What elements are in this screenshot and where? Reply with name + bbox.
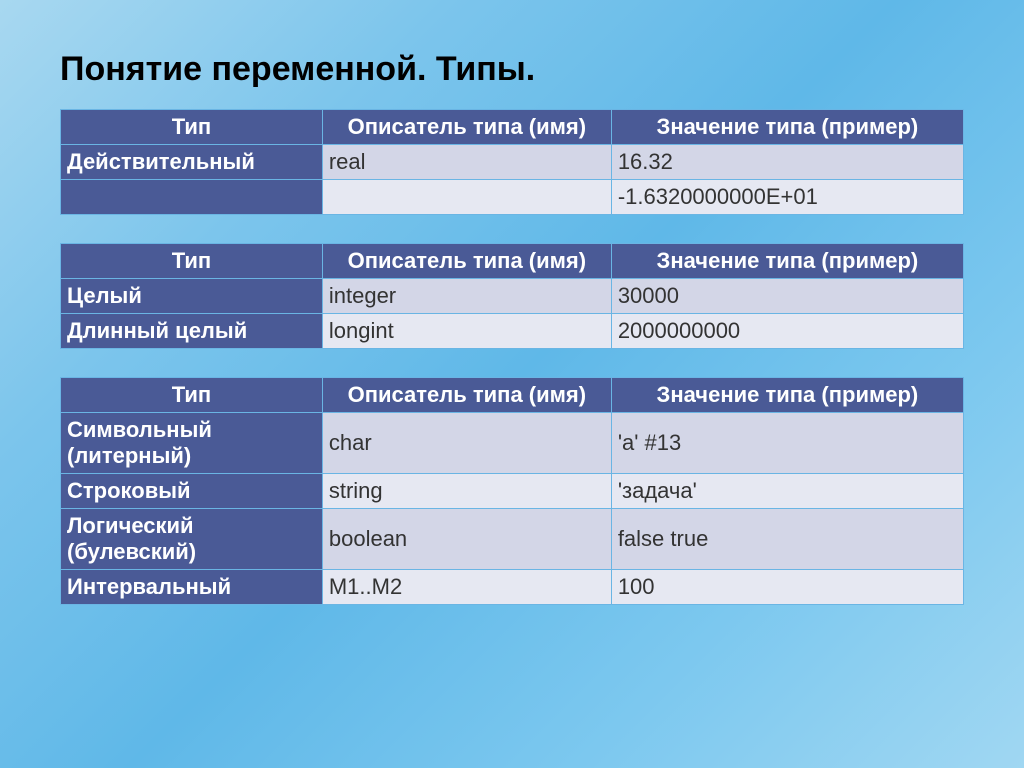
header-descriptor: Описатель типа (имя) <box>322 110 611 145</box>
header-type: Тип <box>61 110 323 145</box>
cell-descriptor: longint <box>322 314 611 349</box>
table-row: -1.6320000000Е+01 <box>61 180 964 215</box>
cell-descriptor: real <box>322 145 611 180</box>
cell-example: 'задача' <box>611 474 963 509</box>
table-row: Строковый string 'задача' <box>61 474 964 509</box>
table-row: Длинный целый longint 2000000000 <box>61 314 964 349</box>
table-header-row: Тип Описатель типа (имя) Значение типа (… <box>61 378 964 413</box>
table-row: Символьный (литерный) char 'a' #13 <box>61 413 964 474</box>
table-header-row: Тип Описатель типа (имя) Значение типа (… <box>61 244 964 279</box>
header-type: Тип <box>61 244 323 279</box>
header-descriptor: Описатель типа (имя) <box>322 378 611 413</box>
table-row: Целый integer 30000 <box>61 279 964 314</box>
cell-type: Строковый <box>61 474 323 509</box>
slide-title: Понятие переменной. Типы. <box>60 50 964 89</box>
types-table-2: Тип Описатель типа (имя) Значение типа (… <box>60 243 964 349</box>
cell-descriptor <box>322 180 611 215</box>
cell-type: Символьный (литерный) <box>61 413 323 474</box>
cell-type: Целый <box>61 279 323 314</box>
cell-descriptor: char <box>322 413 611 474</box>
cell-example: false true <box>611 509 963 570</box>
table-header-row: Тип Описатель типа (имя) Значение типа (… <box>61 110 964 145</box>
cell-descriptor: integer <box>322 279 611 314</box>
header-type: Тип <box>61 378 323 413</box>
cell-type: Интервальный <box>61 570 323 605</box>
cell-descriptor: boolean <box>322 509 611 570</box>
slide: Понятие переменной. Типы. Тип Описатель … <box>0 0 1024 605</box>
cell-example: 100 <box>611 570 963 605</box>
table-row: Логический (булевский) boolean false tru… <box>61 509 964 570</box>
cell-example: 'a' #13 <box>611 413 963 474</box>
cell-descriptor: M1..M2 <box>322 570 611 605</box>
header-descriptor: Описатель типа (имя) <box>322 244 611 279</box>
cell-type <box>61 180 323 215</box>
cell-type: Длинный целый <box>61 314 323 349</box>
cell-example: 2000000000 <box>611 314 963 349</box>
cell-type: Логический (булевский) <box>61 509 323 570</box>
cell-descriptor: string <box>322 474 611 509</box>
types-table-1: Тип Описатель типа (имя) Значение типа (… <box>60 109 964 215</box>
types-table-3: Тип Описатель типа (имя) Значение типа (… <box>60 377 964 605</box>
header-example: Значение типа (пример) <box>611 244 963 279</box>
header-example: Значение типа (пример) <box>611 110 963 145</box>
cell-example: -1.6320000000Е+01 <box>611 180 963 215</box>
cell-type: Действительный <box>61 145 323 180</box>
cell-example: 30000 <box>611 279 963 314</box>
table-row: Интервальный M1..M2 100 <box>61 570 964 605</box>
table-row: Действительный real 16.32 <box>61 145 964 180</box>
cell-example: 16.32 <box>611 145 963 180</box>
header-example: Значение типа (пример) <box>611 378 963 413</box>
